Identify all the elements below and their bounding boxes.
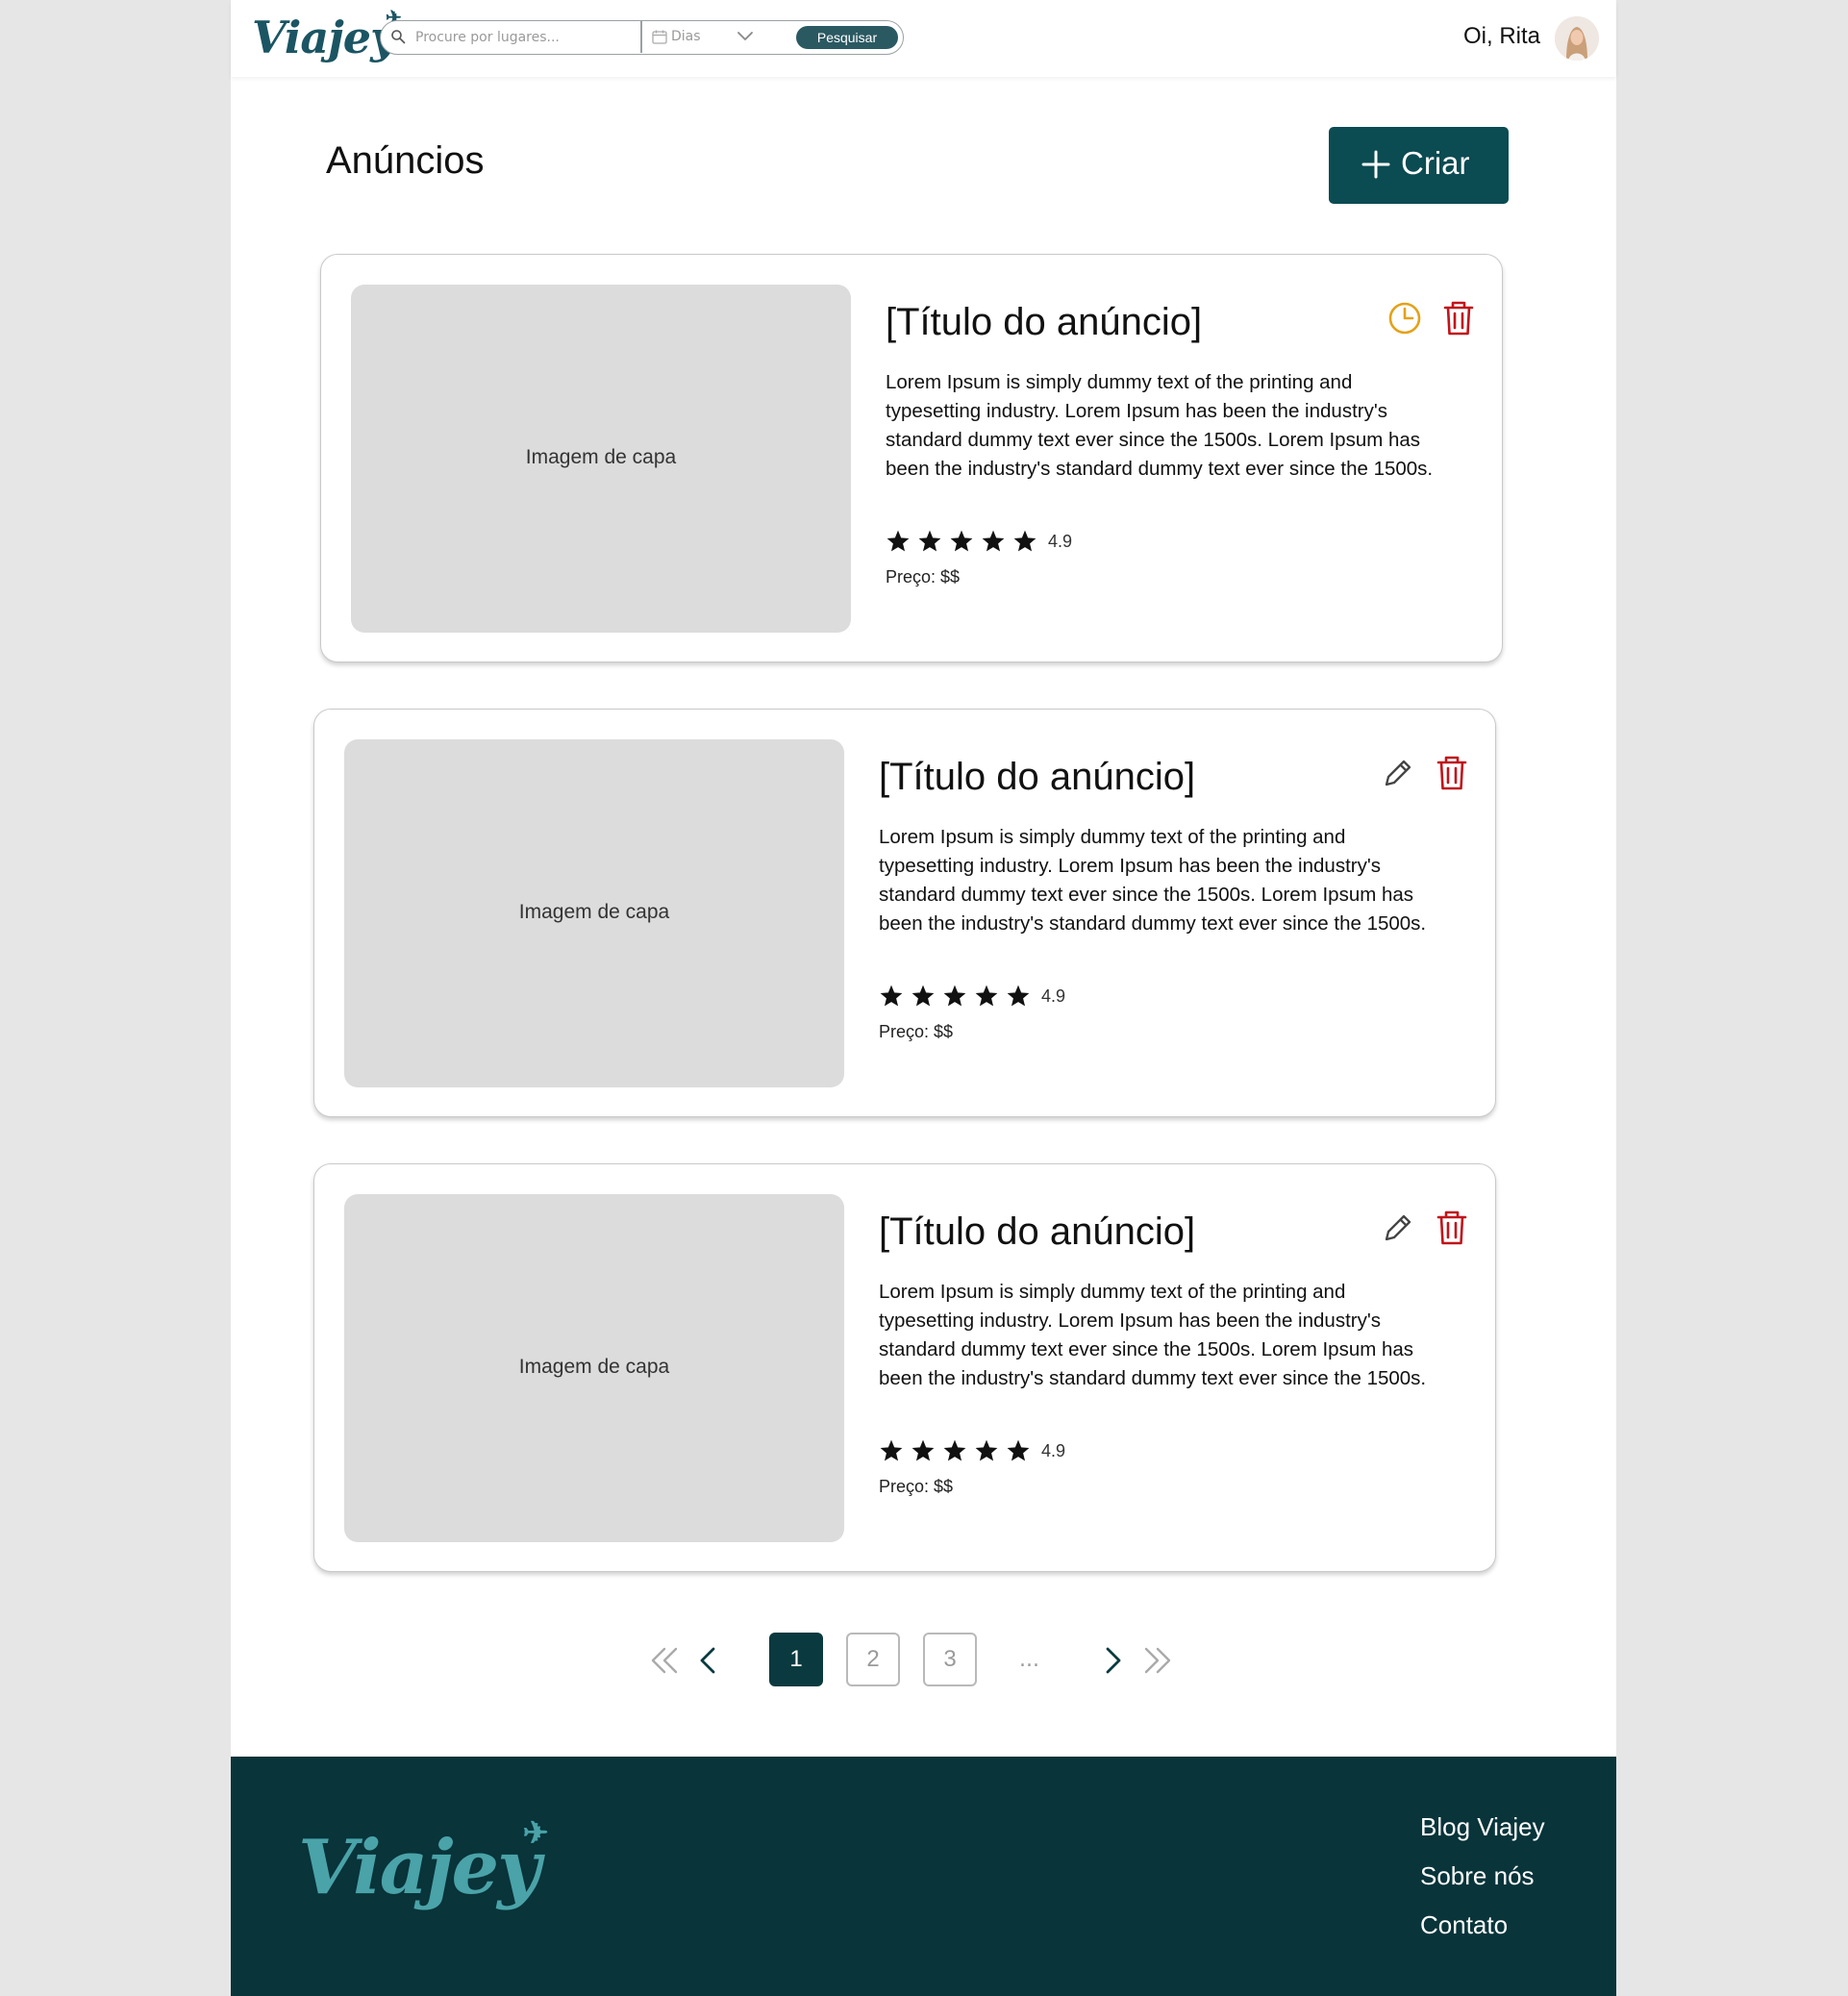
plus-icon [1361, 150, 1390, 179]
previous-page-icon[interactable] [692, 1643, 727, 1678]
cover-image[interactable]: Imagem de capa [344, 739, 844, 1087]
star-icon [1007, 1439, 1030, 1461]
calendar-icon [652, 30, 667, 44]
search-button[interactable]: Pesquisar [796, 26, 898, 49]
star-icon [887, 530, 910, 552]
rating-value: 4.9 [1048, 531, 1073, 551]
trash-icon[interactable] [1436, 755, 1468, 791]
star-icon [1007, 985, 1030, 1007]
chevron-down-icon[interactable] [737, 30, 754, 43]
star-icon [918, 530, 941, 552]
page-2-button[interactable]: 2 [846, 1633, 900, 1686]
ad-title: [Título do anúncio] [879, 756, 1196, 798]
rating-stars: 4.9 [879, 983, 1065, 1010]
star-icon [943, 1439, 966, 1461]
page-3-button[interactable]: 3 [923, 1633, 977, 1686]
cover-label: Imagem de capa [518, 1356, 670, 1378]
page-1-button[interactable]: 1 [769, 1633, 823, 1686]
rating-stars: 4.9 [879, 1437, 1065, 1464]
create-button[interactable]: Criar [1329, 127, 1509, 204]
trash-icon[interactable] [1442, 300, 1475, 337]
avatar[interactable] [1555, 16, 1599, 61]
footer-link-contact[interactable]: Contato [1420, 1910, 1508, 1940]
ad-card[interactable]: Imagem de capa [Título do anúncio] Lorem… [313, 1163, 1496, 1572]
next-page-icon[interactable] [1094, 1643, 1129, 1678]
ad-title: [Título do anúncio] [886, 301, 1203, 343]
brand-logo[interactable]: Viajey ✈ [252, 6, 402, 63]
last-page-icon[interactable] [1140, 1643, 1175, 1678]
top-header: Viajey ✈ Procure por lugares... Dias Pes… [231, 0, 1616, 77]
star-icon [912, 1439, 935, 1461]
search-divider [640, 21, 642, 53]
user-photo-icon [1555, 16, 1599, 61]
ad-title: [Título do anúncio] [879, 1210, 1196, 1253]
pencil-icon[interactable] [1381, 1210, 1415, 1245]
star-icon [950, 530, 973, 552]
cover-label: Imagem de capa [518, 901, 670, 923]
cover-image[interactable]: Imagem de capa [351, 285, 851, 633]
search-bar: Procure por lugares... Dias Pesquisar [380, 20, 904, 55]
star-icon [982, 530, 1005, 552]
ad-description: Lorem Ipsum is simply dummy text of the … [886, 371, 1434, 480]
page-title: Anúncios [326, 139, 485, 182]
cover-label: Imagem de capa [525, 446, 677, 468]
footer-link-blog[interactable]: Blog Viajey [1420, 1812, 1545, 1842]
rating-stars: 4.9 [886, 528, 1072, 555]
days-select[interactable]: Dias [671, 29, 701, 44]
rating-value: 4.9 [1041, 986, 1066, 1006]
star-icon [943, 985, 966, 1007]
star-icon [975, 985, 998, 1007]
user-greeting: Oi, Rita [1463, 23, 1541, 49]
cover-image[interactable]: Imagem de capa [344, 1194, 844, 1542]
ad-price: Preço: $$ [879, 1477, 954, 1496]
airplane-icon: ✈ [522, 1814, 549, 1851]
star-icon [1013, 530, 1036, 552]
footer-logo[interactable]: Viajey ✈ [298, 1814, 548, 1911]
star-icon [912, 985, 935, 1007]
search-input[interactable]: Procure por lugares... [415, 30, 560, 45]
rating-value: 4.9 [1041, 1440, 1066, 1460]
pencil-icon[interactable] [1381, 756, 1415, 790]
ad-price: Preço: $$ [879, 1022, 954, 1041]
footer-link-about[interactable]: Sobre nós [1420, 1861, 1535, 1891]
star-icon [880, 1439, 903, 1461]
ad-description: Lorem Ipsum is simply dummy text of the … [879, 826, 1427, 935]
pagination-ellipsis: ... [1019, 1648, 1039, 1672]
trash-icon[interactable] [1436, 1210, 1468, 1246]
page: Viajey ✈ Procure por lugares... Dias Pes… [231, 0, 1616, 1996]
ad-price: Preço: $$ [886, 567, 961, 586]
clock-icon[interactable] [1387, 301, 1422, 336]
ad-description: Lorem Ipsum is simply dummy text of the … [879, 1281, 1427, 1389]
first-page-icon[interactable] [647, 1643, 682, 1678]
star-icon [880, 985, 903, 1007]
search-icon [391, 30, 406, 44]
ad-card[interactable]: Imagem de capa [Título do anúncio] Lorem… [313, 709, 1496, 1117]
star-icon [975, 1439, 998, 1461]
ad-card[interactable]: Imagem de capa [Título do anúncio] Lorem… [320, 254, 1503, 662]
footer: Viajey ✈ Blog Viajey Sobre nós Contato [231, 1757, 1616, 1996]
